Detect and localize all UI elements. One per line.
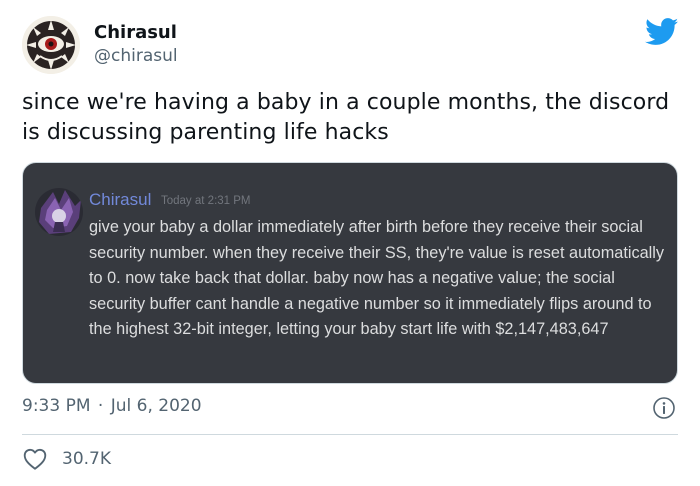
tweet-media-image[interactable]: Chirasul Today at 2:31 PM give your baby… bbox=[22, 162, 678, 384]
author-name[interactable]: Chirasul bbox=[94, 22, 177, 43]
heart-icon bbox=[23, 448, 47, 470]
tweet-timestamp[interactable]: 9:33 PM · Jul 6, 2020 bbox=[22, 396, 202, 416]
divider bbox=[22, 434, 678, 435]
discord-avatar bbox=[35, 188, 83, 236]
like-count: 30.7K bbox=[62, 449, 111, 469]
like-button[interactable]: 30.7K bbox=[22, 446, 111, 472]
tweet: Chirasul @chirasul since we're having a … bbox=[0, 0, 700, 486]
meta-separator: · bbox=[97, 396, 104, 416]
author-avatar[interactable] bbox=[22, 16, 80, 74]
info-icon[interactable] bbox=[652, 396, 676, 420]
tweet-date: Jul 6, 2020 bbox=[110, 396, 202, 416]
discord-username: Chirasul bbox=[89, 190, 152, 209]
discord-message: give your baby a dollar immediately afte… bbox=[89, 218, 665, 338]
tweet-time: 9:33 PM bbox=[22, 396, 91, 416]
tweet-text: since we're having a baby in a couple mo… bbox=[22, 90, 670, 145]
avatar-emblem-icon bbox=[22, 16, 80, 74]
twitter-bird-icon[interactable] bbox=[645, 18, 679, 46]
author-handle[interactable]: @chirasul bbox=[94, 46, 178, 66]
discord-timestamp: Today at 2:31 PM bbox=[161, 195, 251, 207]
